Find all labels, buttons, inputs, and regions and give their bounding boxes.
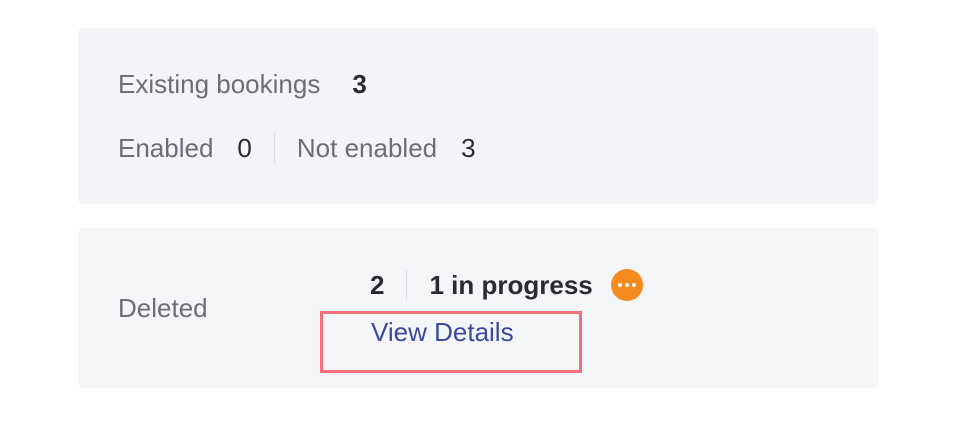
in-progress-status: 1 in progress — [429, 270, 593, 300]
deleted-label: Deleted — [118, 293, 208, 323]
existing-bookings-label: Existing bookings — [118, 69, 321, 99]
enabled-count: 0 — [237, 133, 252, 163]
status-divider — [273, 133, 275, 163]
bookings-summary-card: Existing bookings 3 Enabled 0 Not enable… — [78, 28, 878, 204]
deleted-status-row: 2 1 in progress — [370, 269, 643, 301]
more-dot — [624, 283, 629, 287]
more-dot — [631, 283, 636, 287]
highlight-box — [320, 311, 582, 373]
more-horizontal-icon[interactable] — [610, 269, 643, 301]
deleted-count: 2 — [370, 270, 385, 300]
booking-status-row: Enabled 0 Not enabled 3 — [118, 133, 476, 163]
enabled-label: Enabled — [118, 133, 214, 163]
existing-bookings-count: 3 — [352, 69, 367, 99]
not-enabled-label: Not enabled — [296, 133, 438, 163]
deleted-divider — [406, 270, 408, 300]
not-enabled-count: 3 — [461, 133, 476, 163]
existing-bookings-row: Existing bookings 3 — [118, 69, 367, 99]
more-dot — [617, 283, 622, 287]
